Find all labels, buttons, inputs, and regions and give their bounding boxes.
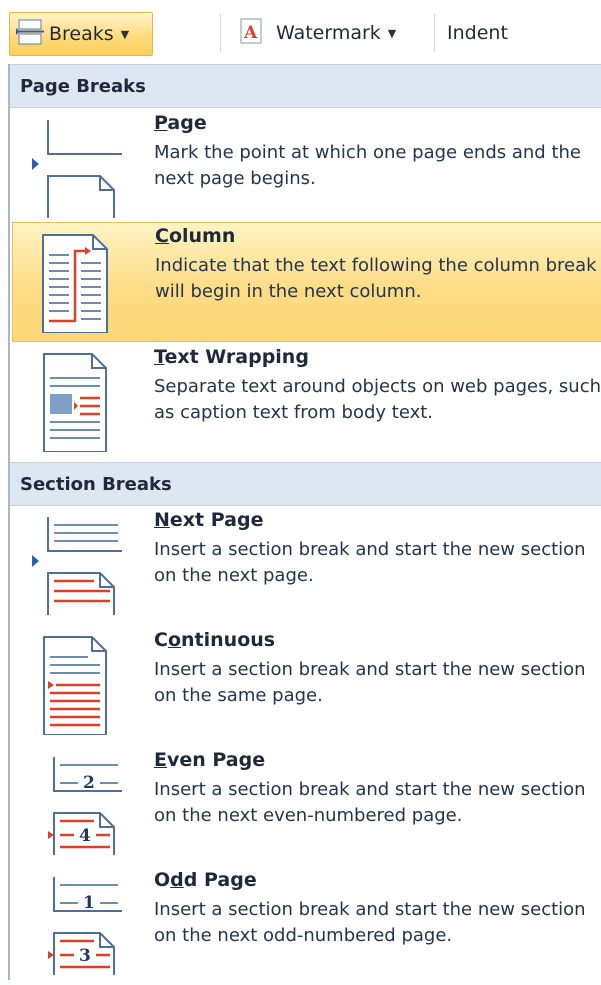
- menu-item-description: Insert a section break and start the new…: [154, 539, 586, 586]
- odd-page-section-icon: 1 3: [30, 875, 125, 975]
- menu-item-title: Even Page: [154, 749, 266, 771]
- breaks-button[interactable]: Breaks ▼: [9, 12, 153, 56]
- watermark-label: Watermark: [276, 22, 381, 44]
- even-bottom-number: 4: [79, 826, 91, 846]
- ribbon-separator: [434, 14, 435, 52]
- ribbon: Breaks ▼ A Watermark ▼ Indent: [0, 0, 601, 64]
- continuous-section-icon: [30, 635, 122, 736]
- menu-item-title: Page: [154, 112, 207, 134]
- menu-item-title: Column: [155, 225, 236, 247]
- chevron-down-icon: ▼: [120, 27, 130, 41]
- menu-item-odd-page[interactable]: 1 3 Odd Page Insert a section break and …: [12, 867, 601, 985]
- indent-label: Indent: [447, 22, 508, 44]
- even-top-number: 2: [83, 773, 95, 793]
- even-page-section-icon: 2 4: [30, 755, 125, 855]
- menu-item-title: Odd Page: [154, 869, 257, 891]
- svg-text:A: A: [243, 23, 258, 43]
- menu-item-column[interactable]: Column Indicate that the text following …: [12, 222, 601, 342]
- menu-item-description: Indicate that the text following the col…: [155, 255, 597, 302]
- menu-item-next-page[interactable]: Next Page Insert a section break and sta…: [12, 507, 601, 625]
- menu-item-description: Insert a section break and start the new…: [154, 659, 586, 706]
- breaks-menu: Page Breaks Page Mark the point at which…: [8, 64, 601, 980]
- menu-item-continuous[interactable]: Continuous Insert a section break and st…: [12, 627, 601, 745]
- page-breaks-header: Page Breaks: [10, 64, 601, 108]
- menu-item-title: Text Wrapping: [154, 346, 309, 368]
- menu-item-even-page[interactable]: 2 4 Even Page Insert a section break and…: [12, 747, 601, 865]
- menu-item-description: Insert a section break and start the new…: [154, 899, 586, 946]
- text-wrapping-break-icon: [30, 352, 122, 453]
- odd-bottom-number: 3: [79, 946, 91, 966]
- watermark-button[interactable]: A Watermark ▼: [240, 12, 396, 54]
- menu-item-text-wrapping[interactable]: Text Wrapping Separate text around objec…: [12, 344, 601, 462]
- menu-item-page[interactable]: Page Mark the point at which one page en…: [12, 110, 601, 228]
- odd-top-number: 1: [83, 893, 95, 913]
- menu-item-description: Insert a section break and start the new…: [154, 779, 586, 826]
- menu-item-description: Mark the point at which one page ends an…: [154, 142, 581, 189]
- page-break-icon: [30, 118, 125, 218]
- watermark-icon: A: [240, 18, 262, 49]
- column-break-icon: [31, 233, 123, 334]
- chevron-down-icon: ▼: [387, 26, 397, 40]
- section-breaks-header: Section Breaks: [10, 462, 601, 506]
- breaks-icon: [16, 19, 44, 50]
- breaks-label: Breaks: [49, 23, 114, 45]
- next-page-section-icon: [30, 515, 125, 615]
- menu-item-title: Next Page: [154, 509, 264, 531]
- menu-item-title: Continuous: [154, 629, 276, 651]
- ribbon-separator: [220, 14, 221, 52]
- menu-item-description: Separate text around objects on web page…: [154, 376, 601, 423]
